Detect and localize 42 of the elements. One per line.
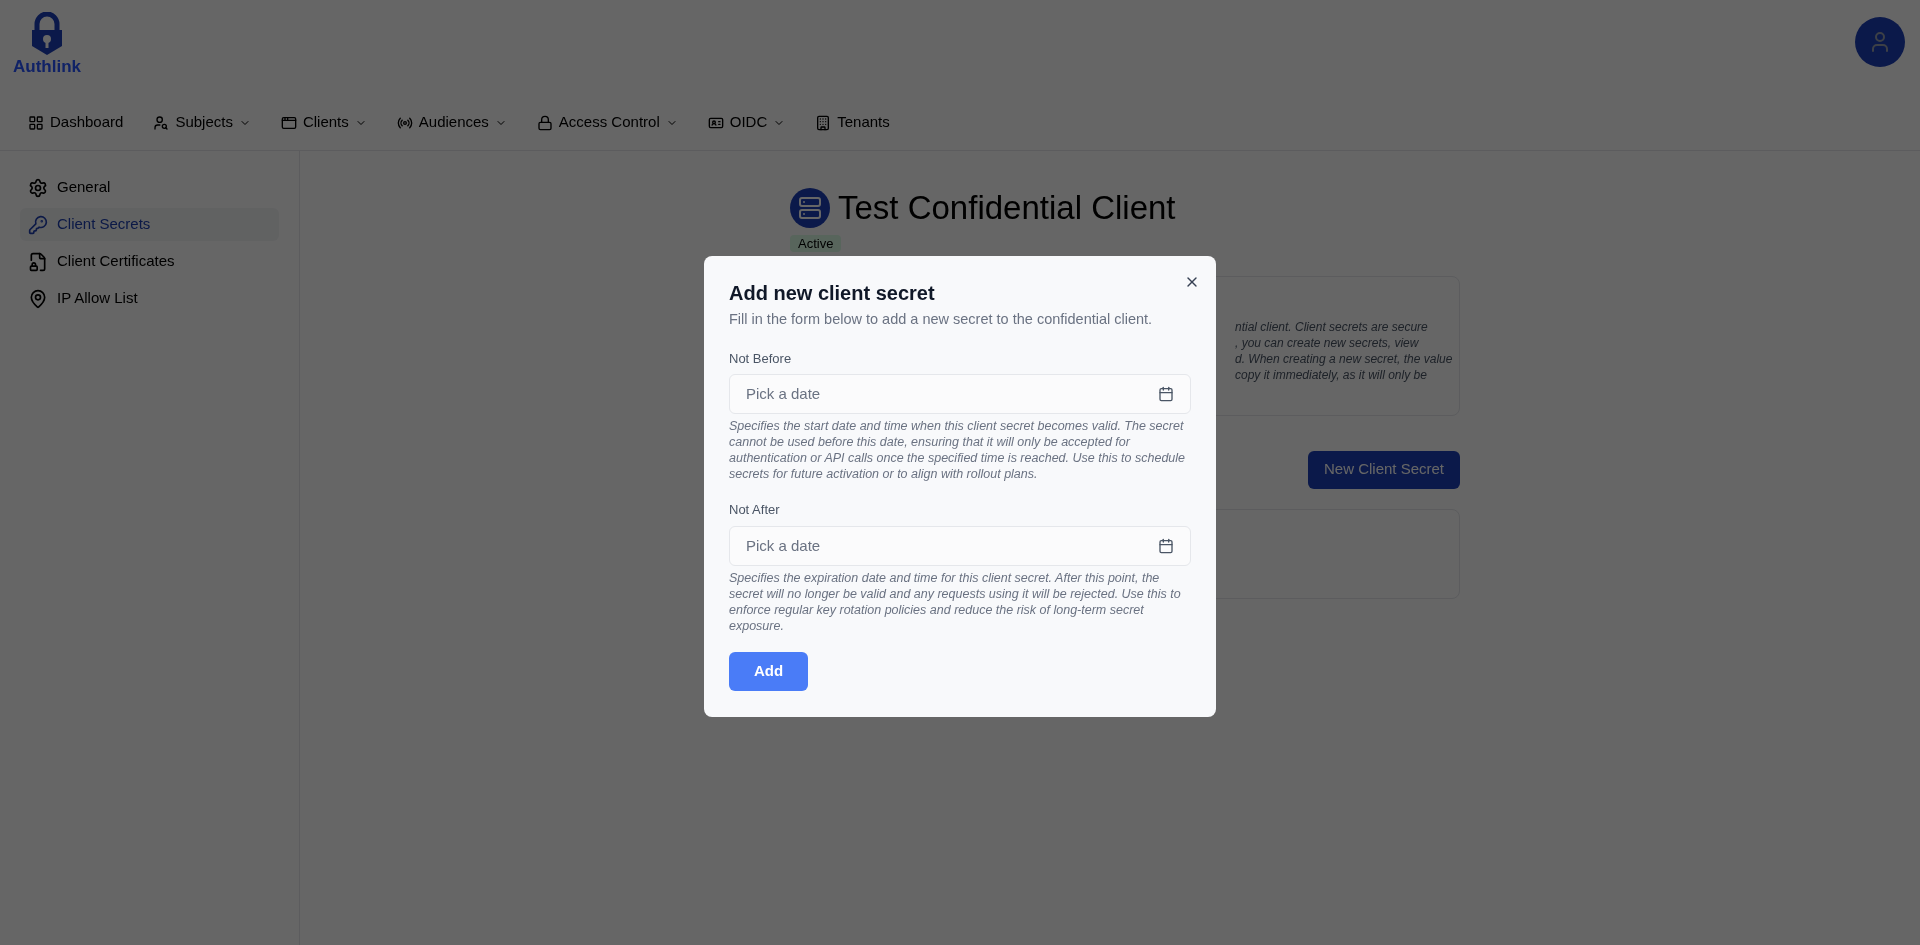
date-picker-field[interactable]: Pick a date — [729, 374, 1191, 415]
nav-menu-item[interactable]: Subjects — [153, 111, 251, 134]
card-text-line: , you can create new secrets, view — [1235, 334, 1420, 351]
calendar-icon — [1158, 386, 1174, 403]
gear-icon — [28, 177, 48, 198]
nav-menu-item[interactable]: OIDC — [707, 111, 786, 134]
nav-menu-item[interactable]: Access Control — [536, 111, 678, 134]
sidebar-item[interactable]: Client Certificates — [20, 245, 279, 278]
file-lock-icon — [28, 251, 48, 272]
dialog-title: Add new client secret — [729, 281, 936, 306]
nav-menu-item[interactable]: Clients — [280, 111, 367, 134]
sidebar-item[interactable]: Client Secrets — [20, 208, 279, 241]
card-text-line: copy it immediately, as it will only be — [1235, 366, 1428, 383]
key-icon — [28, 214, 48, 235]
map-pin-icon — [28, 288, 48, 309]
date-picker-field[interactable]: Pick a date — [729, 525, 1191, 566]
card-text-line: ntial client. Client secrets are secure — [1235, 318, 1429, 335]
window-icon — [280, 114, 297, 131]
logo-text: Authlink — [13, 56, 81, 78]
building-icon — [815, 114, 832, 131]
nav-menu-item[interactable]: Tenants — [815, 111, 890, 134]
field-help-text: Specifies the expiration date and time for this client secret. After this point, the secret will no longer be valid and any requests using it will be rejected. Use this to enforce regular key rotation policies and reduce the risk of long-term secret exposure. — [729, 569, 1182, 634]
user-icon — [153, 114, 170, 131]
lock-icon — [536, 114, 553, 131]
grid-icon — [28, 114, 44, 131]
client-title: Test Confidential Client — [838, 188, 1176, 228]
nav-menu-item[interactable]: Audiences — [396, 111, 507, 134]
nav-menu-item[interactable]: Dashboard — [28, 111, 124, 134]
sidebar-item[interactable]: IP Allow List — [20, 282, 279, 315]
avatar-button[interactable] — [1855, 17, 1905, 67]
field-help-text: Specifies the start date and time when this client secret becomes valid. The secret cannot be used before this date, ensuring that it will only be accepted for authentication or API calls once the specified time is reached. Use this to schedule secrets for future activation or to align with rollout plans. — [729, 418, 1187, 483]
field-label: Not After — [729, 501, 781, 520]
new-client-secret-button[interactable]: New Client Secret — [1307, 450, 1460, 489]
dialog-description: Fill in the form below to add a new secret to the confidential client. — [729, 310, 1154, 329]
padlock-logo-icon — [29, 12, 65, 56]
server-avatar-icon — [790, 187, 830, 228]
sidebar-item[interactable]: General — [20, 171, 279, 204]
add-button[interactable]: Add — [729, 651, 808, 691]
calendar-icon — [1158, 537, 1174, 554]
status-badge: Active — [790, 234, 842, 252]
field-label: Not Before — [729, 349, 793, 368]
card-text-line: d. When creating a new secret, the value — [1235, 350, 1454, 367]
